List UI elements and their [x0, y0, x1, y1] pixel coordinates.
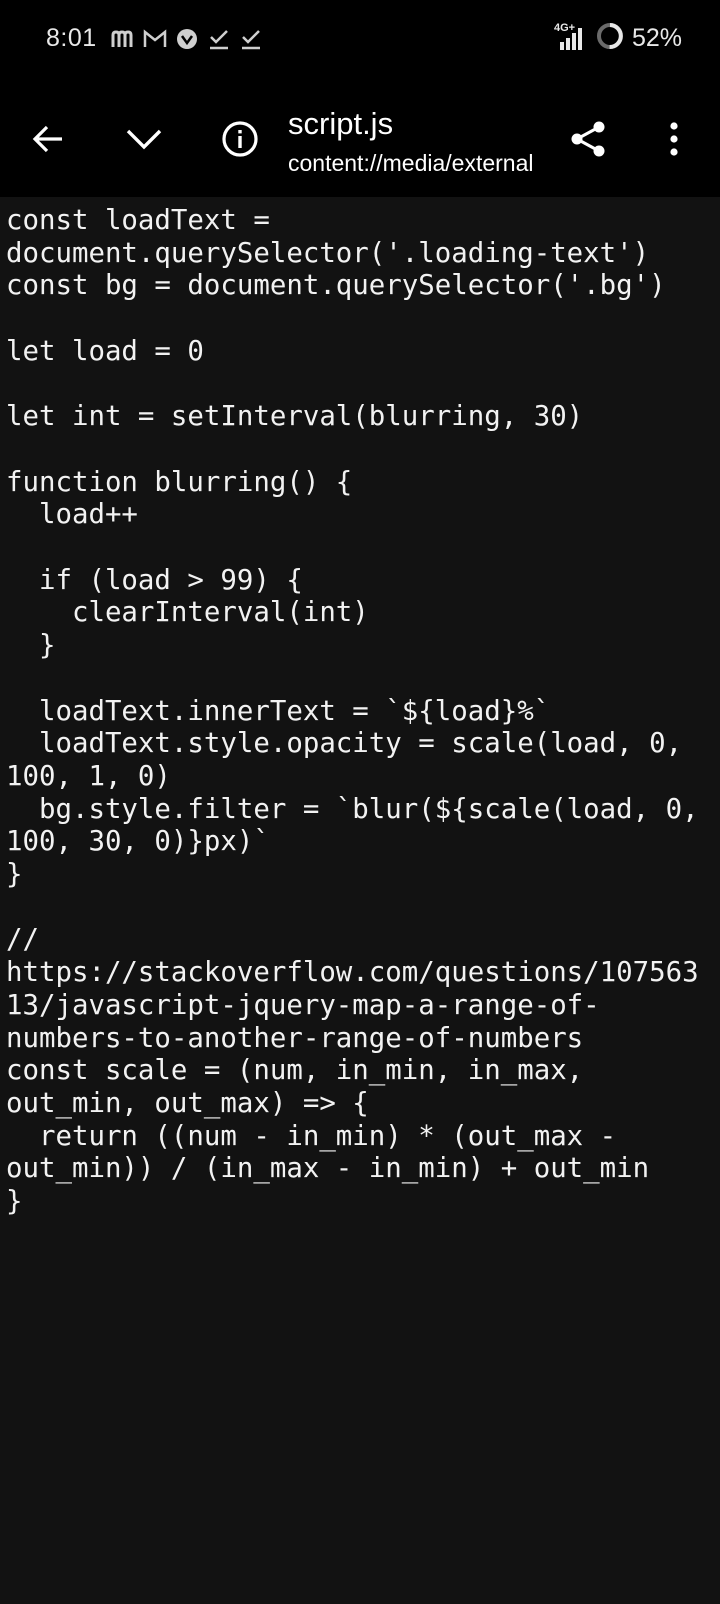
gmail-icon: [142, 26, 168, 52]
app-icon: [174, 26, 200, 52]
code-line: loadText.style.opacity = scale(load, 0,: [6, 728, 683, 760]
m-logo-icon: [110, 26, 136, 52]
status-right: 4G+ 52%: [546, 22, 682, 55]
code-line: out_min, out_max) => {: [6, 1087, 369, 1119]
code-viewer[interactable]: const loadText = document.querySelector('…: [0, 197, 720, 1604]
code-line: let load = 0: [6, 335, 204, 367]
file-uri: content://media/external: [288, 150, 534, 176]
code-line: 13/javascript-jquery-map-a-range-of-: [6, 989, 600, 1021]
code-line: return ((num - in_min) * (out_max -: [6, 1120, 617, 1152]
code-line: loadText.innerText = `${load}%`: [6, 695, 551, 727]
code-line: bg.style.filter = `blur(${scale(load, 0,: [6, 793, 699, 825]
code-line: load++: [6, 499, 138, 531]
code-line: 100, 1, 0): [6, 760, 171, 792]
code-line: }: [6, 1186, 23, 1218]
back-arrow-icon[interactable]: [20, 111, 76, 167]
code-line: if (load > 99) {: [6, 564, 303, 596]
status-bar: 8:01 4G+ 52%: [0, 0, 720, 84]
code-line: }: [6, 859, 23, 891]
code-line: clearInterval(int): [6, 597, 369, 629]
share-icon[interactable]: [560, 111, 616, 167]
code-line: const bg = document.querySelector('.bg'): [6, 270, 666, 302]
chevron-down-icon[interactable]: [116, 111, 172, 167]
code-line: 100, 30, 0)}px)`: [6, 826, 270, 858]
status-time: 8:01: [46, 24, 97, 52]
more-vert-icon[interactable]: [646, 111, 702, 167]
code-text: const loadText = document.querySelector('…: [0, 197, 720, 1219]
check-icon: [206, 26, 232, 52]
battery-icon: [596, 22, 624, 55]
code-line: out_min)) / (in_max - in_min) + out_min: [6, 1153, 650, 1185]
file-title: script.js: [288, 106, 394, 141]
code-line: document.querySelector('.loading-text'): [6, 237, 650, 269]
code-line: const scale = (num, in_min, in_max,: [6, 1055, 584, 1087]
notification-icons: [110, 26, 264, 52]
check-icon: [238, 26, 264, 52]
signal-icon: 4G+: [546, 22, 588, 54]
code-line: const loadText =: [6, 205, 270, 236]
code-line: https://stackoverflow.com/questions/1075…: [6, 957, 699, 989]
code-line: }: [6, 630, 56, 662]
code-line: numbers-to-another-range-of-numbers: [6, 1022, 584, 1054]
code-line: function blurring() {: [6, 466, 353, 498]
battery-percent: 52%: [631, 24, 682, 52]
code-line: //: [6, 924, 39, 956]
toolbar: script.js content://media/external: [0, 84, 720, 197]
info-icon[interactable]: [212, 111, 268, 167]
code-line: let int = setInterval(blurring, 30): [6, 401, 584, 433]
